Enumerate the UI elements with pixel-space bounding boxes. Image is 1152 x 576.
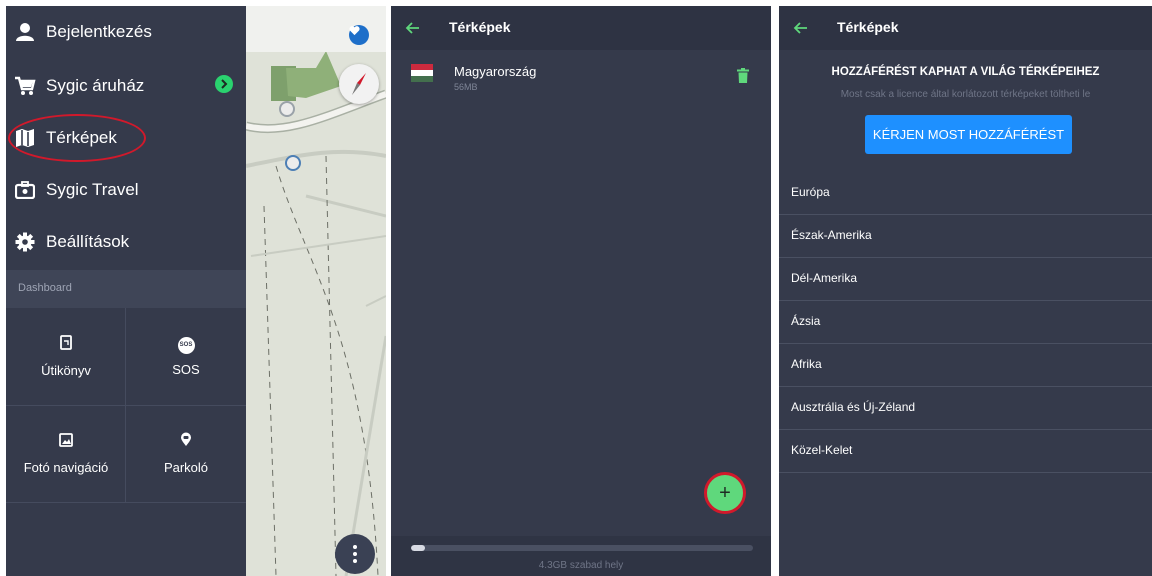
tile-label: Fotó navigáció xyxy=(23,459,109,475)
app-bar: Térképek xyxy=(391,6,771,50)
map-size: 56MB xyxy=(454,82,478,92)
menu-item-login[interactable]: Bejelentkezés xyxy=(6,6,246,58)
region-item-africa[interactable]: Afrika xyxy=(779,344,1152,387)
tile-guidebook[interactable]: Útikönyv xyxy=(6,308,126,405)
compass-button[interactable] xyxy=(339,64,379,104)
menu-item-travel[interactable]: Sygic Travel xyxy=(6,164,246,216)
region-label: Ázsia xyxy=(791,314,821,328)
tile-parking[interactable]: Parkoló xyxy=(126,405,246,502)
menu-item-settings[interactable]: Beállítások xyxy=(6,216,246,268)
side-drawer: Bejelentkezés Sygic áruház Térképek Sygi… xyxy=(6,6,246,576)
photo-icon xyxy=(59,432,73,452)
region-label: Észak-Amerika xyxy=(791,228,872,242)
sos-icon: SOS xyxy=(177,336,195,354)
app-bar: Térképek xyxy=(779,6,1152,50)
tile-sos[interactable]: SOS SOS xyxy=(126,308,246,405)
highlight-circle xyxy=(8,114,146,162)
plus-icon: + xyxy=(719,481,731,504)
region-item-middle-east[interactable]: Közel-Kelet xyxy=(779,430,1152,473)
region-item-south-america[interactable]: Dél-Amerika xyxy=(779,258,1152,301)
add-map-button[interactable]: + xyxy=(704,472,746,514)
fuel-station-icon[interactable] xyxy=(279,101,295,117)
bus-stop-icon[interactable] xyxy=(285,155,301,171)
tile-photo-navigation[interactable]: Fotó navigáció xyxy=(6,405,126,502)
back-arrow-icon[interactable] xyxy=(405,20,421,36)
dashboard-title: Dashboard xyxy=(18,282,72,294)
gear-icon xyxy=(14,231,36,253)
maps-screen: Térképek Magyarország 56MB + 4.3GB szaba… xyxy=(391,6,771,576)
region-label: Európa xyxy=(791,185,830,199)
storage-free-text: 4.3GB szabad hely xyxy=(538,560,624,571)
tile-label: SOS xyxy=(172,361,200,377)
cart-icon xyxy=(14,75,36,97)
parking-pin-icon xyxy=(180,432,192,452)
tile-label: Parkoló xyxy=(163,460,209,475)
guidebook-icon xyxy=(60,335,72,355)
region-label: Dél-Amerika xyxy=(791,271,858,285)
menu-item-label: Beállítások xyxy=(46,232,130,251)
heart-icon xyxy=(349,26,360,36)
menu-item-label: Sygic Travel xyxy=(46,180,139,199)
person-icon xyxy=(14,21,36,43)
downloaded-map-item[interactable]: Magyarország 56MB xyxy=(391,52,771,102)
storage-progress-fill xyxy=(411,545,425,551)
region-label: Közel-Kelet xyxy=(791,443,853,457)
more-options-button[interactable] xyxy=(335,534,375,574)
region-item-europe[interactable]: Európa xyxy=(779,172,1152,215)
request-access-button[interactable]: KÉRJEN MOST HOZZÁFÉRÉST xyxy=(865,115,1072,154)
back-arrow-icon[interactable] xyxy=(793,20,809,36)
chevron-right-icon xyxy=(215,75,233,93)
promo-subtitle: Most csak a licence által korlátozott té… xyxy=(840,89,1091,100)
menu-item-store[interactable]: Sygic áruház xyxy=(6,60,246,112)
page-title: Térképek xyxy=(449,19,511,35)
tile-label: Útikönyv xyxy=(41,363,91,378)
region-item-asia[interactable]: Ázsia xyxy=(779,301,1152,344)
trash-icon[interactable] xyxy=(737,68,749,83)
compass-icon xyxy=(352,73,366,95)
suitcase-icon xyxy=(14,179,36,201)
region-label: Afrika xyxy=(791,357,822,371)
region-item-north-america[interactable]: Észak-Amerika xyxy=(779,215,1152,258)
page-title: Térképek xyxy=(837,19,899,35)
menu-item-label: Sygic áruház xyxy=(46,76,145,95)
promo-title: HOZZÁFÉRÉST KAPHAT A VILÁG TÉRKÉPEIHEZ xyxy=(831,66,1100,78)
region-label: Ausztrália és Új-Zéland xyxy=(791,400,916,414)
favorite-button[interactable] xyxy=(349,25,369,45)
regions-screen: Térképek HOZZÁFÉRÉST KAPHAT A VILÁG TÉRK… xyxy=(779,6,1152,576)
storage-progress-bar xyxy=(411,545,753,551)
navigation-drawer-screen: Bejelentkezés Sygic áruház Térképek Sygi… xyxy=(6,6,386,576)
dashboard-header: Dashboard xyxy=(6,270,246,308)
storage-indicator: 4.3GB szabad hely xyxy=(391,536,771,576)
divider xyxy=(6,502,246,503)
map-name: Magyarország xyxy=(454,64,537,79)
region-item-australia[interactable]: Ausztrália és Új-Zéland xyxy=(779,387,1152,430)
menu-item-label: Bejelentkezés xyxy=(46,22,152,41)
hungary-flag-icon xyxy=(411,64,433,82)
